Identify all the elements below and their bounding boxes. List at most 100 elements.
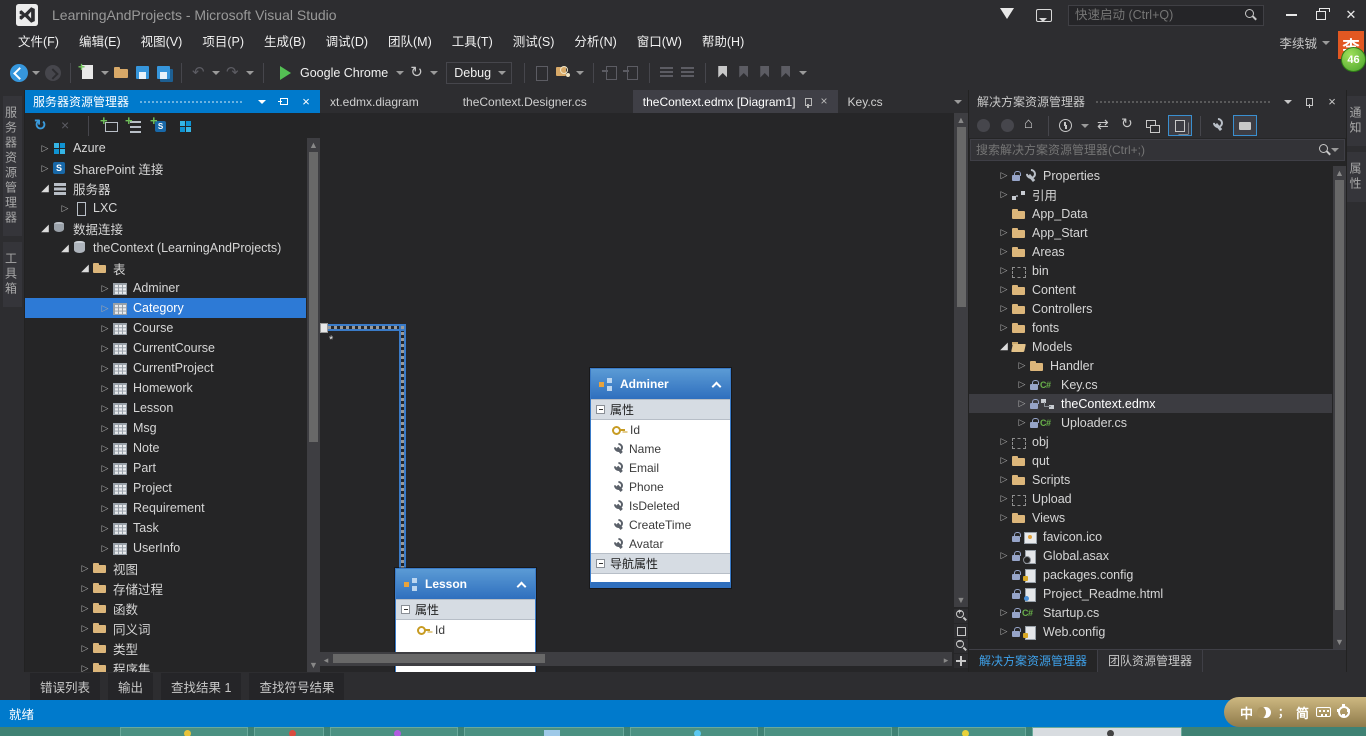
expander-icon[interactable]: ▷ bbox=[997, 493, 1011, 504]
menu-item-1[interactable]: 编辑(E) bbox=[69, 30, 131, 55]
entity-property[interactable]: Avatar bbox=[591, 534, 730, 553]
server-explorer-header[interactable]: 服务器资源管理器 × bbox=[25, 90, 320, 113]
tree-item[interactable]: ◢theContext (LearningAndProjects) bbox=[25, 238, 306, 258]
taskbar-button[interactable] bbox=[330, 727, 458, 736]
tree-item[interactable]: ▷Project bbox=[25, 478, 306, 498]
ime-charset-toggle[interactable]: 简 bbox=[1296, 703, 1309, 722]
expander-icon[interactable]: ▷ bbox=[997, 246, 1011, 257]
expander-icon[interactable]: ▷ bbox=[997, 170, 1011, 181]
window-position-icon[interactable] bbox=[1280, 94, 1296, 110]
tree-item[interactable]: ▷obj bbox=[969, 432, 1332, 451]
tree-item[interactable]: ▷Handler bbox=[969, 356, 1332, 375]
taskbar-button[interactable] bbox=[1032, 727, 1182, 736]
taskbar-button[interactable] bbox=[898, 727, 1026, 736]
menu-item-11[interactable]: 帮助(H) bbox=[692, 30, 754, 55]
vertical-tab-0[interactable]: 通知 bbox=[1347, 96, 1366, 146]
tree-item[interactable]: ▷Adminer bbox=[25, 278, 306, 298]
tree-item[interactable]: ▷Key.cs bbox=[969, 375, 1332, 394]
forward-icon[interactable] bbox=[44, 64, 62, 82]
attach-icon[interactable] bbox=[533, 64, 551, 82]
chevron-up-icon[interactable] bbox=[517, 580, 527, 589]
expander-icon[interactable]: ▷ bbox=[98, 543, 112, 554]
menu-item-9[interactable]: 分析(N) bbox=[564, 30, 626, 55]
close-icon[interactable]: × bbox=[298, 94, 314, 110]
edmx-diagram-canvas[interactable]: * Adminer属性IdNameEmailPhoneIsDeletedCrea… bbox=[320, 113, 968, 672]
menu-item-3[interactable]: 项目(P) bbox=[192, 30, 254, 55]
find-in-files-icon[interactable] bbox=[554, 64, 572, 82]
entity-section-header[interactable]: 属性 bbox=[396, 599, 535, 620]
new-file-icon[interactable] bbox=[79, 64, 97, 82]
browser-link-refresh-icon[interactable] bbox=[408, 64, 426, 82]
expander-icon[interactable]: ▷ bbox=[78, 643, 92, 654]
tree-item[interactable]: ▷Controllers bbox=[969, 299, 1332, 318]
title-bar[interactable]: LearningAndProjects - Microsoft Visual S… bbox=[0, 0, 1366, 30]
vertical-tab-1[interactable]: 属性 bbox=[1347, 152, 1366, 202]
tree-item[interactable]: ▷同义词 bbox=[25, 618, 306, 638]
tree-item[interactable]: ▷Azure bbox=[25, 138, 306, 158]
vertical-tab-1[interactable]: 工具箱 bbox=[3, 242, 22, 307]
expander-icon[interactable]: ▷ bbox=[38, 163, 52, 174]
expander-icon[interactable]: ▷ bbox=[98, 403, 112, 414]
tree-item[interactable]: ▷Areas bbox=[969, 242, 1332, 261]
expander-icon[interactable]: ▷ bbox=[78, 663, 92, 673]
entity-property[interactable]: CreateTime bbox=[591, 515, 730, 534]
tree-item[interactable]: ▷类型 bbox=[25, 638, 306, 658]
tree-item[interactable]: ◢表 bbox=[25, 258, 306, 278]
expander-icon[interactable]: ▷ bbox=[997, 303, 1011, 314]
properties-icon[interactable] bbox=[1209, 117, 1226, 134]
refresh-icon[interactable] bbox=[33, 118, 50, 135]
ime-language-toggle[interactable]: 中 bbox=[1240, 703, 1253, 722]
expander-icon[interactable]: ▷ bbox=[98, 483, 112, 494]
collapse-all-icon[interactable] bbox=[1144, 117, 1161, 134]
tree-item[interactable]: ▷Properties bbox=[969, 166, 1332, 185]
back-icon[interactable] bbox=[10, 64, 28, 82]
expander-icon[interactable]: ▷ bbox=[997, 436, 1011, 447]
close-icon[interactable]: × bbox=[821, 95, 828, 108]
vertical-tab-0[interactable]: 服务器资源管理器 bbox=[3, 96, 22, 236]
tree-item[interactable]: ▷LXC bbox=[25, 198, 306, 218]
tree-item[interactable]: ▷Part bbox=[25, 458, 306, 478]
tab-list-dropdown-icon[interactable] bbox=[954, 100, 962, 104]
taskbar-button[interactable] bbox=[630, 727, 758, 736]
chevron-down-icon[interactable] bbox=[100, 71, 110, 75]
tree-item[interactable]: favicon.ico bbox=[969, 527, 1332, 546]
tree-item[interactable]: packages.config bbox=[969, 565, 1332, 584]
expander-icon[interactable]: ◢ bbox=[38, 223, 52, 234]
save-icon[interactable] bbox=[134, 64, 152, 82]
association-line[interactable] bbox=[328, 324, 406, 331]
tree-item[interactable]: ▷视图 bbox=[25, 558, 306, 578]
chevron-down-icon[interactable] bbox=[211, 71, 221, 75]
redo-icon[interactable] bbox=[224, 64, 242, 82]
ime-punctuation-toggle[interactable]: ； bbox=[1278, 704, 1289, 720]
entity-header[interactable]: Lesson bbox=[396, 569, 535, 599]
quick-launch-box[interactable] bbox=[1068, 5, 1264, 26]
chevron-up-icon[interactable] bbox=[712, 380, 722, 389]
entity-section-header[interactable]: 属性 bbox=[591, 399, 730, 420]
tree-item[interactable]: ▷fonts bbox=[969, 318, 1332, 337]
expander-icon[interactable]: ◢ bbox=[58, 243, 72, 254]
tree-item[interactable]: ◢Models bbox=[969, 337, 1332, 356]
entity-property[interactable]: Email bbox=[591, 458, 730, 477]
menu-item-2[interactable]: 视图(V) bbox=[131, 30, 193, 55]
collapse-icon[interactable] bbox=[596, 405, 605, 414]
pending-changes-icon[interactable] bbox=[1057, 117, 1074, 134]
run-target-label[interactable]: Google Chrome bbox=[300, 66, 388, 80]
scrollbar-thumb[interactable] bbox=[1335, 180, 1344, 610]
expander-icon[interactable]: ▷ bbox=[98, 303, 112, 314]
expander-icon[interactable]: ▷ bbox=[1015, 379, 1029, 390]
send-feedback-icon[interactable] bbox=[1036, 9, 1052, 22]
entity-header[interactable]: Adminer bbox=[591, 369, 730, 399]
expander-icon[interactable]: ▷ bbox=[98, 383, 112, 394]
menu-item-7[interactable]: 工具(T) bbox=[442, 30, 503, 55]
taskbar-button[interactable] bbox=[764, 727, 892, 736]
zoom-fit-icon[interactable] bbox=[954, 624, 968, 638]
gear-icon[interactable] bbox=[1338, 706, 1350, 718]
menu-item-8[interactable]: 测试(S) bbox=[503, 30, 565, 55]
entity-property[interactable]: Id bbox=[591, 420, 730, 439]
notification-badge[interactable]: 46 bbox=[1341, 47, 1366, 72]
chevron-down-icon[interactable] bbox=[1081, 124, 1089, 128]
close-button[interactable]: ✕ bbox=[1336, 2, 1366, 28]
tree-item[interactable]: ◢数据连接 bbox=[25, 218, 306, 238]
tree-item[interactable]: ▷CurrentCourse bbox=[25, 338, 306, 358]
tree-item[interactable]: App_Data bbox=[969, 204, 1332, 223]
